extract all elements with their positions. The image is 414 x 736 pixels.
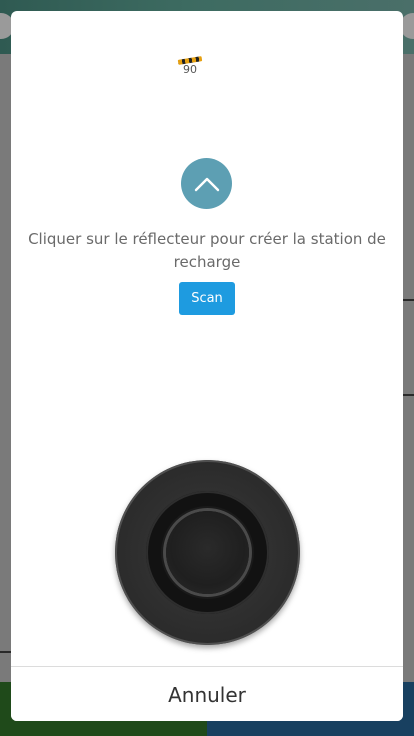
cancel-button[interactable]: Annuler [162,682,252,708]
chevron-up-icon [194,177,219,191]
joystick-ring [146,491,269,614]
charging-station-dialog: 90 Cliquer sur le réflecteur pour créer … [11,11,403,721]
joystick-knob[interactable] [166,511,249,594]
signal-value: 90 [183,63,197,76]
instruction-text: Cliquer sur le réflecteur pour créer la … [28,230,386,271]
move-up-button[interactable] [181,158,232,209]
dialog-footer: Annuler [11,666,403,721]
signal-indicator: 90 [176,56,204,76]
joystick-control[interactable] [115,460,300,645]
scan-button[interactable]: Scan [179,282,235,315]
